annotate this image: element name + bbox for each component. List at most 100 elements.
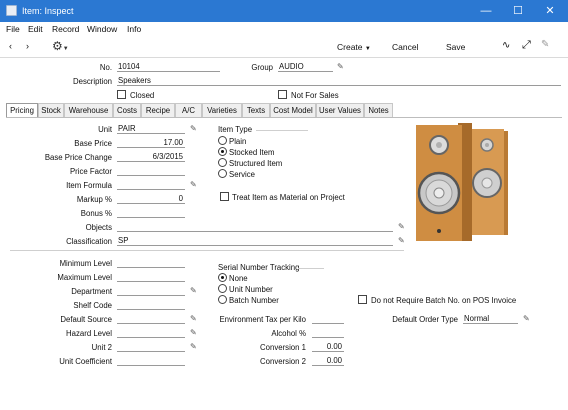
markup-field[interactable]: 0 bbox=[117, 194, 185, 204]
unit-field[interactable]: PAIR bbox=[117, 124, 185, 134]
alcohol-label: Alcohol % bbox=[271, 329, 306, 338]
item-type-structured-radio[interactable] bbox=[218, 158, 227, 167]
previous-record-icon[interactable]: ‹ bbox=[9, 41, 12, 51]
serial-unit-number-radio[interactable] bbox=[218, 284, 227, 293]
department-label: Department bbox=[71, 287, 112, 296]
shelf-code-label: Shelf Code bbox=[73, 301, 112, 310]
unit2-field[interactable] bbox=[117, 342, 185, 352]
min-level-field[interactable] bbox=[117, 258, 185, 268]
title-bar: Item: Inspect — ☐ ✕ bbox=[0, 0, 568, 22]
tab-notes[interactable]: Notes bbox=[364, 103, 393, 117]
pencil-icon[interactable]: ✎ bbox=[398, 223, 406, 231]
env-tax-field[interactable] bbox=[312, 314, 344, 324]
menu-edit[interactable]: Edit bbox=[28, 24, 43, 34]
woofer-dome-back bbox=[481, 177, 493, 189]
conversion1-field[interactable]: 0.00 bbox=[312, 342, 344, 352]
pencil-icon[interactable]: ✎ bbox=[337, 63, 345, 71]
serial-none-label: None bbox=[229, 274, 248, 283]
gear-icon[interactable]: ⚙▼ bbox=[52, 39, 69, 53]
group-field[interactable]: AUDIO bbox=[278, 62, 333, 72]
description-label: Description bbox=[73, 77, 112, 86]
menu-window[interactable]: Window bbox=[87, 24, 117, 34]
pencil-icon[interactable]: ✎ bbox=[190, 315, 198, 323]
item-type-service-label: Service bbox=[229, 170, 255, 179]
default-order-type-field[interactable]: Normal bbox=[463, 314, 518, 324]
max-level-field[interactable] bbox=[117, 272, 185, 282]
alcohol-field[interactable] bbox=[312, 328, 344, 338]
pencil-icon[interactable]: ✎ bbox=[190, 343, 198, 351]
serial-none-radio[interactable] bbox=[218, 273, 227, 282]
close-button[interactable]: ✕ bbox=[542, 3, 558, 19]
treat-material-checkbox[interactable] bbox=[220, 192, 229, 201]
base-price-change-label: Base Price Change bbox=[44, 153, 112, 162]
price-factor-field[interactable] bbox=[117, 166, 185, 176]
objects-field[interactable] bbox=[117, 222, 393, 232]
pencil-icon[interactable]: ✎ bbox=[190, 125, 198, 133]
woofer-dome bbox=[433, 187, 445, 199]
closed-checkbox[interactable] bbox=[117, 90, 126, 99]
app-icon bbox=[6, 5, 17, 16]
tab-stock[interactable]: Stock bbox=[38, 103, 64, 117]
next-record-icon[interactable]: › bbox=[26, 41, 29, 51]
tab-costs[interactable]: Costs bbox=[113, 103, 141, 117]
item-type-plain-radio[interactable] bbox=[218, 136, 227, 145]
default-order-type-label: Default Order Type bbox=[392, 315, 458, 324]
min-level-label: Minimum Level bbox=[59, 259, 112, 268]
hazard-level-field[interactable] bbox=[117, 328, 185, 338]
pencil-icon[interactable]: ✎ bbox=[190, 329, 198, 337]
tab-pricing[interactable]: Pricing bbox=[6, 103, 38, 118]
shelf-code-field[interactable] bbox=[117, 300, 185, 310]
pencil-icon[interactable]: ✎ bbox=[190, 181, 198, 189]
default-source-field[interactable] bbox=[117, 314, 185, 324]
tab-recipe[interactable]: Recipe bbox=[141, 103, 175, 117]
tab-user-values[interactable]: User Values bbox=[316, 103, 364, 117]
department-field[interactable] bbox=[117, 286, 185, 296]
minimize-button[interactable]: — bbox=[478, 3, 494, 19]
item-formula-field[interactable] bbox=[117, 180, 185, 190]
menu-bar: File Edit Record Window Info bbox=[0, 22, 568, 36]
item-type-service-radio[interactable] bbox=[218, 169, 227, 178]
no-field[interactable]: 10104 bbox=[117, 62, 220, 72]
menu-file[interactable]: File bbox=[6, 24, 20, 34]
create-button[interactable]: Create ▼ bbox=[337, 42, 371, 52]
attach-icon[interactable]: ✎ bbox=[541, 39, 549, 50]
expand-icon[interactable]: ⤢ bbox=[522, 39, 531, 52]
item-type-structured-label: Structured Item bbox=[229, 159, 283, 168]
pencil-icon[interactable]: ✎ bbox=[190, 287, 198, 295]
base-price-field[interactable]: 17.00 bbox=[117, 138, 185, 148]
base-price-change-field[interactable]: 6/3/2015 bbox=[117, 152, 185, 162]
unit-coefficient-field[interactable] bbox=[117, 356, 185, 366]
not-for-sales-checkbox[interactable] bbox=[278, 90, 287, 99]
tab-cost-model[interactable]: Cost Model bbox=[270, 103, 316, 117]
chevron-down-icon: ▼ bbox=[364, 46, 371, 52]
classification-field[interactable]: SP bbox=[117, 236, 393, 246]
serial-tracking-separator bbox=[298, 268, 324, 269]
activity-icon[interactable]: ∿ bbox=[502, 40, 510, 51]
conversion2-label: Conversion 2 bbox=[260, 357, 306, 366]
base-price-label: Base Price bbox=[74, 139, 112, 148]
item-type-stocked-label: Stocked Item bbox=[229, 148, 275, 157]
serial-tracking-label: Serial Number Tracking bbox=[218, 263, 300, 272]
tab-ac[interactable]: A/C bbox=[175, 103, 202, 117]
bonus-field[interactable] bbox=[117, 208, 185, 218]
serial-batch-number-radio[interactable] bbox=[218, 295, 227, 304]
save-button[interactable]: Save bbox=[446, 42, 465, 52]
bonus-label: Bonus % bbox=[80, 209, 112, 218]
tab-warehouse[interactable]: Warehouse bbox=[64, 103, 113, 117]
menu-info[interactable]: Info bbox=[127, 24, 141, 34]
pencil-icon[interactable]: ✎ bbox=[523, 315, 531, 323]
pencil-icon[interactable]: ✎ bbox=[398, 237, 406, 245]
tab-texts[interactable]: Texts bbox=[242, 103, 270, 117]
item-type-stocked-radio[interactable] bbox=[218, 147, 227, 156]
no-batch-checkbox[interactable] bbox=[358, 295, 367, 304]
no-label: No. bbox=[99, 63, 112, 72]
maximize-button[interactable]: ☐ bbox=[510, 3, 526, 19]
section-divider bbox=[10, 250, 404, 251]
tab-varieties[interactable]: Varieties bbox=[202, 103, 242, 117]
not-for-sales-label: Not For Sales bbox=[291, 91, 339, 100]
tweeter-dome-back bbox=[485, 143, 489, 147]
cancel-button[interactable]: Cancel bbox=[392, 42, 418, 52]
menu-record[interactable]: Record bbox=[52, 24, 79, 34]
conversion2-field[interactable]: 0.00 bbox=[312, 356, 344, 366]
description-field[interactable]: Speakers bbox=[117, 76, 561, 86]
